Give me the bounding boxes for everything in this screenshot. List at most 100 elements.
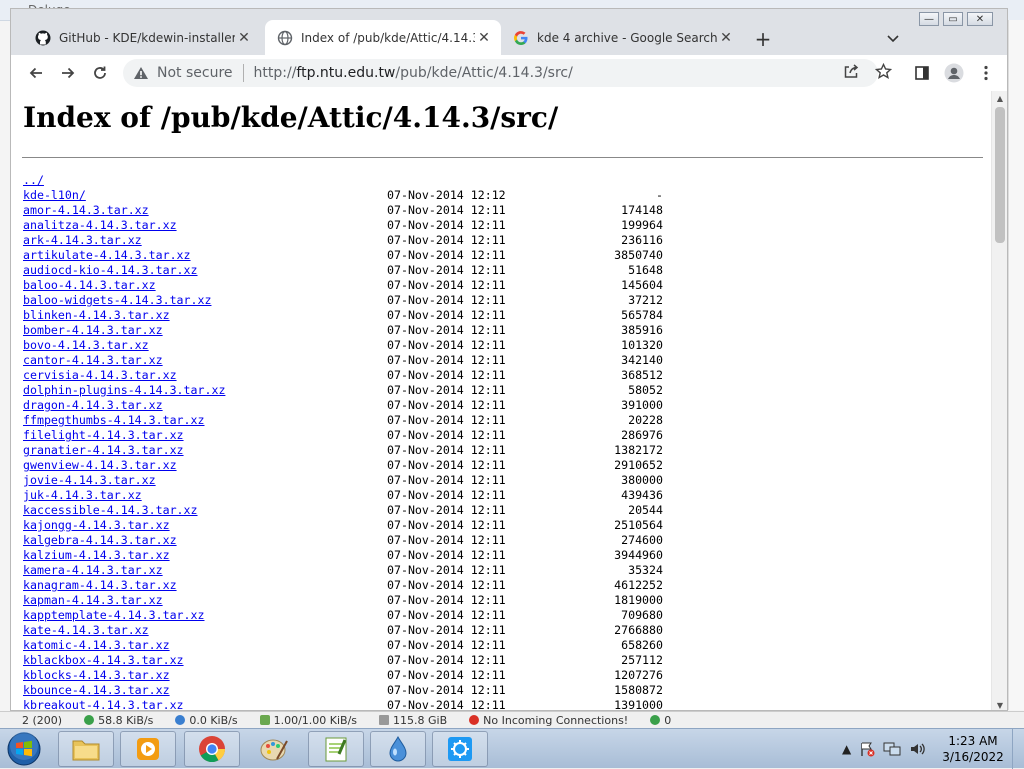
file-link[interactable]: baloo-widgets-4.14.3.tar.xz xyxy=(23,293,211,308)
taskbar-kde[interactable] xyxy=(432,731,488,767)
share-icon[interactable] xyxy=(841,61,861,81)
file-link[interactable]: blinken-4.14.3.tar.xz xyxy=(23,308,170,323)
file-link[interactable]: amor-4.14.3.tar.xz xyxy=(23,203,149,218)
file-date: 07-Nov-2014 12:11 xyxy=(387,548,506,562)
file-link[interactable]: kaccessible-4.14.3.tar.xz xyxy=(23,503,198,518)
start-button[interactable] xyxy=(4,731,44,767)
file-link[interactable]: kbounce-4.14.3.tar.xz xyxy=(23,683,170,698)
menu-button[interactable] xyxy=(973,60,999,86)
page-title: Index of /pub/kde/Attic/4.14.3/src/ xyxy=(23,101,559,134)
close-tab-icon[interactable]: ✕ xyxy=(475,29,493,47)
file-link[interactable]: bovo-4.14.3.tar.xz xyxy=(23,338,149,353)
file-link[interactable]: kapptemplate-4.14.3.tar.xz xyxy=(23,608,204,623)
file-link[interactable]: jovie-4.14.3.tar.xz xyxy=(23,473,156,488)
back-button[interactable] xyxy=(23,60,49,86)
taskbar-notepad-plus[interactable] xyxy=(308,731,364,767)
close-tab-icon[interactable]: ✕ xyxy=(717,29,735,47)
tab-search-button[interactable] xyxy=(881,27,905,51)
file-link[interactable]: kbreakout-4.14.3.tar.xz xyxy=(23,698,184,710)
close-window-button[interactable]: ✕ xyxy=(967,12,993,26)
system-clock[interactable]: 1:23 AM 3/16/2022 xyxy=(940,733,1006,765)
file-link[interactable]: kate-4.14.3.tar.xz xyxy=(23,623,149,638)
file-link[interactable]: dragon-4.14.3.tar.xz xyxy=(23,398,163,413)
file-link[interactable]: audiocd-kio-4.14.3.tar.xz xyxy=(23,263,198,278)
side-panel-button[interactable] xyxy=(909,60,935,86)
not-secure-label[interactable]: Not secure xyxy=(157,65,233,81)
file-link[interactable]: kamera-4.14.3.tar.xz xyxy=(23,563,163,578)
reload-button[interactable] xyxy=(87,60,113,86)
file-size: 58052 xyxy=(628,383,663,397)
new-tab-button[interactable]: + xyxy=(751,27,775,51)
file-link[interactable]: kanagram-4.14.3.tar.xz xyxy=(23,578,177,593)
address-bar[interactable]: Not secure http://ftp.ntu.edu.tw/pub/kde… xyxy=(123,59,878,87)
file-link[interactable]: kalzium-4.14.3.tar.xz xyxy=(23,548,170,563)
taskbar-chrome[interactable] xyxy=(184,731,240,767)
file-link[interactable]: analitza-4.14.3.tar.xz xyxy=(23,218,177,233)
network-icon[interactable] xyxy=(883,741,901,757)
listing-row: filelight-4.14.3.tar.xz 07-Nov-2014 12:11… xyxy=(23,428,723,443)
status-connections: 2 (200) xyxy=(22,713,63,727)
file-link[interactable]: gwenview-4.14.3.tar.xz xyxy=(23,458,177,473)
tab-index-of[interactable]: Index of /pub/kde/Attic/4.14.3/src/ ✕ xyxy=(265,20,501,55)
file-link[interactable]: bomber-4.14.3.tar.xz xyxy=(23,323,163,338)
listing-row: bomber-4.14.3.tar.xz 07-Nov-2014 12:11 385… xyxy=(23,323,723,338)
action-center-flag-icon[interactable] xyxy=(859,741,875,757)
file-link[interactable]: granatier-4.14.3.tar.xz xyxy=(23,443,184,458)
file-size: 1819000 xyxy=(614,593,663,607)
scroll-up-arrow-icon[interactable]: ▲ xyxy=(992,91,1007,105)
taskbar-paint[interactable] xyxy=(246,731,302,767)
listing-row: kde-l10n/07-Nov-2014 12:12 - xyxy=(23,188,723,203)
file-link[interactable]: kde-l10n/ xyxy=(23,188,86,203)
maximize-button[interactable]: ▭ xyxy=(943,12,963,26)
taskbar-media-player[interactable] xyxy=(120,731,176,767)
taskbar-explorer[interactable] xyxy=(58,731,114,767)
file-link[interactable]: baloo-4.14.3.tar.xz xyxy=(23,278,156,293)
bookmark-star-icon[interactable] xyxy=(873,61,893,81)
scroll-thumb[interactable] xyxy=(995,107,1005,243)
directory-listing: ../ kde-l10n/07-Nov-2014 12:12- amor-4.14… xyxy=(23,173,723,710)
file-date: 07-Nov-2014 12:11 xyxy=(387,473,506,487)
file-size: 342140 xyxy=(621,353,663,367)
file-link[interactable]: ark-4.14.3.tar.xz xyxy=(23,233,142,248)
parent-directory-link[interactable]: ../ xyxy=(23,173,44,188)
file-link[interactable]: katomic-4.14.3.tar.xz xyxy=(23,638,170,653)
tab-google-search[interactable]: kde 4 archive - Google Search ✕ xyxy=(501,20,743,55)
file-link[interactable]: kblackbox-4.14.3.tar.xz xyxy=(23,653,184,668)
file-link[interactable]: kalgebra-4.14.3.tar.xz xyxy=(23,533,177,548)
traffic-icon xyxy=(259,714,270,725)
taskbar-deluge[interactable] xyxy=(370,731,426,767)
file-link[interactable]: kapman-4.14.3.tar.xz xyxy=(23,593,163,608)
file-date: 07-Nov-2014 12:11 xyxy=(387,383,506,397)
file-link[interactable]: artikulate-4.14.3.tar.xz xyxy=(23,248,191,263)
tab-github[interactable]: GitHub - KDE/kdewin-installer at ✕ xyxy=(23,20,261,55)
scroll-down-arrow-icon[interactable]: ▼ xyxy=(992,698,1007,710)
close-tab-icon[interactable]: ✕ xyxy=(235,29,253,47)
file-link[interactable]: cervisia-4.14.3.tar.xz xyxy=(23,368,177,383)
minimize-button[interactable]: — xyxy=(919,12,939,26)
volume-icon[interactable] xyxy=(909,741,925,757)
profile-button[interactable] xyxy=(941,60,967,86)
warning-triangle-icon[interactable] xyxy=(133,65,149,81)
file-link[interactable]: kajongg-4.14.3.tar.xz xyxy=(23,518,170,533)
file-link[interactable]: ffmpegthumbs-4.14.3.tar.xz xyxy=(23,413,204,428)
show-hidden-icons-arrow-icon[interactable]: ▲ xyxy=(842,742,851,756)
file-link[interactable]: filelight-4.14.3.tar.xz xyxy=(23,428,184,443)
file-date: 07-Nov-2014 12:11 xyxy=(387,518,506,532)
listing-row: blinken-4.14.3.tar.xz 07-Nov-2014 12:11 56… xyxy=(23,308,723,323)
file-size: 439436 xyxy=(621,488,663,502)
show-desktop-button[interactable] xyxy=(1012,729,1024,769)
folder-icon xyxy=(72,740,100,761)
forward-button[interactable] xyxy=(55,60,81,86)
listing-row: amor-4.14.3.tar.xz 07-Nov-2014 12:11 17414… xyxy=(23,203,723,218)
url-text[interactable]: http://ftp.ntu.edu.tw/pub/kde/Attic/4.14… xyxy=(254,65,573,81)
file-link[interactable]: dolphin-plugins-4.14.3.tar.xz xyxy=(23,383,225,398)
file-link[interactable]: cantor-4.14.3.tar.xz xyxy=(23,353,163,368)
file-date: 07-Nov-2014 12:11 xyxy=(387,323,506,337)
file-size: 3850740 xyxy=(614,248,663,262)
clock-time: 1:23 AM xyxy=(948,734,998,748)
file-link[interactable]: juk-4.14.3.tar.xz xyxy=(23,488,142,503)
file-link[interactable]: kblocks-4.14.3.tar.xz xyxy=(23,668,170,683)
vertical-scrollbar[interactable]: ▲ ▼ xyxy=(991,91,1007,710)
taskbar: ▲ 1:23 AM 3/16/2022 xyxy=(0,728,1024,769)
listing-row: juk-4.14.3.tar.xz 07-Nov-2014 12:11 439436 xyxy=(23,488,723,503)
